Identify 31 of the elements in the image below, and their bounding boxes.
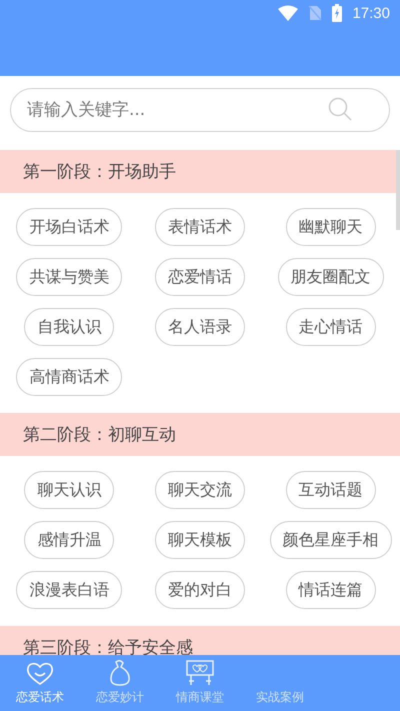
tag-chip[interactable]: 名人语录: [154, 308, 245, 346]
wifi-icon: [278, 5, 298, 21]
tag-chip[interactable]: 开场白话术: [16, 208, 122, 246]
tag-chip[interactable]: 朋友圈配文: [278, 258, 384, 296]
heart-icon: [26, 662, 54, 686]
no-sim-icon: [308, 5, 322, 21]
tag-chip[interactable]: 聊天认识: [24, 471, 114, 509]
section-title: 第三阶段：给予安全感: [23, 637, 193, 655]
tag-chip[interactable]: 恋爱情话: [154, 258, 245, 296]
tag-chip[interactable]: 自我认识: [24, 308, 114, 346]
tag-chip[interactable]: 聊天模板: [154, 521, 245, 559]
search-field[interactable]: 请输入关键字...: [10, 88, 390, 132]
tag-chip[interactable]: 浪漫表白语: [16, 571, 122, 609]
tag-chip[interactable]: 互动话题: [286, 471, 376, 509]
tag-chip[interactable]: 爱的对白: [154, 571, 245, 609]
section-title: 第一阶段：开场助手: [23, 161, 176, 183]
tag-chip[interactable]: 共谋与赞美: [16, 258, 122, 296]
board-icon: [186, 660, 214, 686]
tag-chip[interactable]: 走心情话: [286, 308, 376, 346]
tag-chip[interactable]: 感情升温: [24, 521, 114, 559]
tag-chip[interactable]: 情话连篇: [286, 571, 376, 609]
tag-chip[interactable]: 高情商话术: [16, 358, 122, 396]
section-title: 第二阶段：初聊互动: [23, 424, 176, 446]
clock-time: 17:30: [352, 4, 390, 22]
search-icon[interactable]: [328, 97, 354, 123]
tag-chip[interactable]: 聊天交流: [154, 471, 245, 509]
bag-icon: [108, 660, 132, 686]
tag-chip[interactable]: 幽默聊天: [286, 208, 376, 246]
battery-icon: [332, 4, 342, 22]
tag-chip[interactable]: 表情话术: [154, 208, 245, 246]
tag-chip[interactable]: 颜色星座手相: [270, 521, 392, 559]
